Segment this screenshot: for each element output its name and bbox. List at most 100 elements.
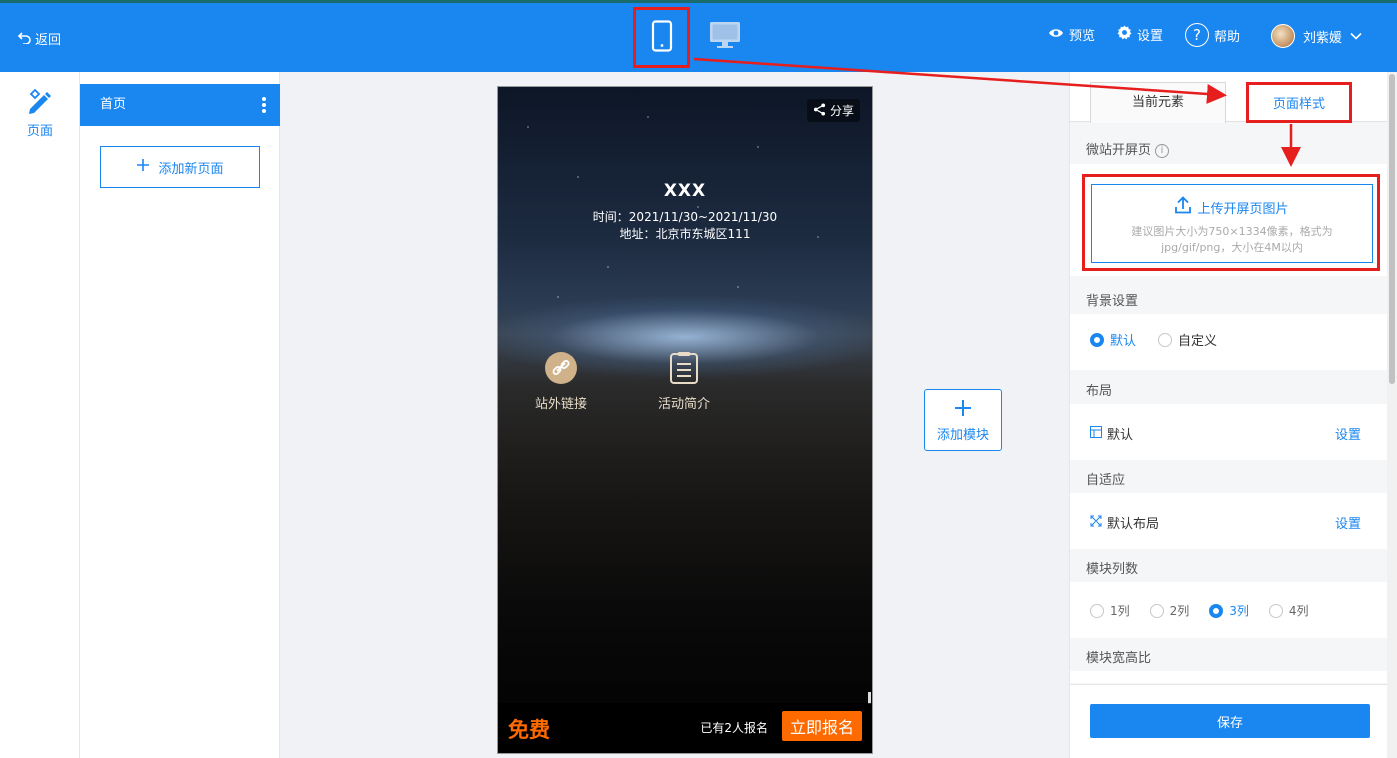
user-name: 刘紫媛 [1303, 30, 1343, 46]
save-button[interactable]: 保存 [1090, 704, 1370, 738]
starfield-background [498, 87, 872, 327]
tab-current-element[interactable]: 当前元素 [1090, 82, 1226, 123]
adaptive-value: 默认布局 [1107, 517, 1160, 532]
radio-label: 3列 [1229, 604, 1249, 618]
columns-options: 1列 2列 3列 4列 [1090, 602, 1309, 619]
module-label: 活动简介 [657, 397, 710, 412]
background-custom-radio[interactable]: 自定义 [1158, 330, 1217, 349]
add-page-button[interactable]: 添加新页面 [100, 146, 260, 188]
radio-off-icon [1090, 603, 1104, 618]
chevron-down-icon [1350, 29, 1362, 44]
user-menu[interactable]: 刘紫媛 [1271, 24, 1362, 48]
price-label: 免费 [508, 718, 550, 742]
mobile-icon [651, 19, 673, 56]
scrollbar-thumb[interactable] [1389, 74, 1395, 384]
module-activity-intro[interactable]: 活动简介 [634, 351, 734, 412]
columns-2-radio[interactable]: 2列 [1149, 602, 1190, 619]
monitor-icon [709, 21, 741, 53]
adaptive-row: 默认布局 设置 [1090, 513, 1361, 532]
add-module-button[interactable]: 添加模块 [924, 389, 1002, 451]
page-list-item[interactable]: 首页 [80, 84, 280, 126]
more-vertical-icon[interactable] [262, 97, 266, 113]
expand-icon [1090, 515, 1102, 531]
columns-4-radio[interactable]: 4列 [1268, 602, 1309, 619]
radio-label: 自定义 [1178, 334, 1218, 349]
desktop-view-button[interactable] [706, 19, 744, 55]
plus-icon [136, 158, 150, 176]
add-module-label: 添加模块 [936, 428, 989, 443]
help-button[interactable]: ? 帮助 [1185, 23, 1240, 47]
share-icon [813, 102, 826, 119]
upload-splash-button[interactable]: 上传开屏页图片 建议图片大小为750×1334像素，格式为jpg/gif/png… [1091, 184, 1373, 263]
upload-title: 上传开屏页图片 [1197, 201, 1289, 217]
question-icon: ? [1185, 23, 1209, 47]
avatar [1271, 24, 1295, 48]
settings-label: 设置 [1137, 29, 1164, 44]
rail-item-page[interactable]: 页面 [0, 86, 80, 139]
module-external-link[interactable]: 站外链接 [511, 351, 611, 412]
signup-count: 已有2人报名 [700, 721, 768, 735]
settings-button[interactable]: 设置 [1117, 25, 1163, 44]
radio-off-icon [1158, 332, 1173, 347]
plus-icon [925, 396, 1001, 424]
share-button[interactable]: 分享 [806, 99, 860, 122]
radio-label: 默认 [1110, 334, 1137, 349]
splash-section-label: 微站开屏页 i [1086, 139, 1170, 158]
gear-icon [1117, 25, 1132, 44]
tab-page-style[interactable]: 页面样式 [1246, 82, 1352, 123]
layout-value: 默认 [1107, 428, 1134, 443]
radio-on-icon [1209, 603, 1224, 618]
link-icon [544, 351, 578, 385]
columns-3-radio[interactable]: 3列 [1209, 602, 1249, 619]
event-time: 时间：2021/11/30~2021/11/30 [592, 210, 778, 224]
columns-1-radio[interactable]: 1列 [1090, 602, 1130, 619]
info-icon[interactable]: i [1155, 143, 1170, 158]
upload-icon [1175, 196, 1192, 218]
signup-button[interactable]: 立即报名 [782, 711, 862, 741]
adaptive-settings-link[interactable]: 设置 [1335, 513, 1361, 532]
share-label: 分享 [829, 104, 854, 118]
module-label: 站外链接 [534, 397, 587, 412]
phone-preview: 分享 XXX 时间：2021/11/30~2021/11/30 地址：北京市东城… [497, 86, 873, 754]
event-title: XXX [663, 181, 707, 201]
pages-panel: 首页 添加新页面 [80, 72, 280, 758]
panel-scrollbar[interactable] [1387, 72, 1397, 758]
rail-page-label: 页面 [26, 124, 53, 139]
radio-label: 4列 [1288, 604, 1309, 618]
panel-tabs: 当前元素 页面样式 [1070, 72, 1388, 123]
layout-section-label: 布局 [1086, 384, 1113, 399]
add-page-label: 添加新页面 [158, 161, 224, 177]
layout-icon [1090, 425, 1102, 442]
page-item-label: 首页 [100, 97, 127, 112]
upload-hint: 建议图片大小为750×1334像素，格式为jpg/gif/png，大小在4M以内 [1131, 225, 1333, 254]
document-icon [667, 351, 701, 385]
splash-label: 微站开屏页 [1086, 143, 1152, 158]
radio-off-icon [1268, 603, 1283, 618]
pencil-ruler-icon [0, 86, 80, 116]
ratio-section [1070, 671, 1388, 683]
top-bar: 返回 预览 设置 ? 帮助 刘紫媛 [0, 3, 1397, 72]
upload-highlight: 上传开屏页图片 建议图片大小为750×1334像素，格式为jpg/gif/png… [1082, 174, 1380, 271]
preview-button[interactable]: 预览 [1048, 25, 1095, 44]
radio-off-icon [1149, 603, 1164, 618]
ratio-section-label: 模块宽高比 [1086, 651, 1152, 666]
background-default-radio[interactable]: 默认 [1090, 330, 1136, 349]
layout-row: 默认 设置 [1090, 424, 1361, 443]
background-section-label: 背景设置 [1086, 294, 1139, 309]
mobile-view-button[interactable] [633, 7, 690, 68]
radio-on-icon [1090, 332, 1104, 347]
undo-icon [17, 30, 32, 48]
layout-settings-link[interactable]: 设置 [1335, 424, 1361, 443]
back-label: 返回 [35, 33, 62, 48]
back-button[interactable]: 返回 [17, 29, 62, 48]
radio-label: 2列 [1169, 604, 1190, 618]
eye-icon [1048, 27, 1064, 43]
signup-bar: 免费 已有2人报名 立即报名 [498, 703, 872, 753]
event-address: 地址：北京市东城区111 [619, 227, 751, 241]
preview-label: 预览 [1069, 29, 1096, 44]
radio-label: 1列 [1110, 604, 1130, 618]
background-options: 默认 自定义 [1090, 330, 1217, 349]
help-label: 帮助 [1214, 29, 1241, 45]
properties-panel: 当前元素 页面样式 微站开屏页 i 上传开屏页图片 建议图片大小为750×1334… [1069, 72, 1388, 758]
adaptive-section-label: 自适应 [1086, 473, 1126, 488]
